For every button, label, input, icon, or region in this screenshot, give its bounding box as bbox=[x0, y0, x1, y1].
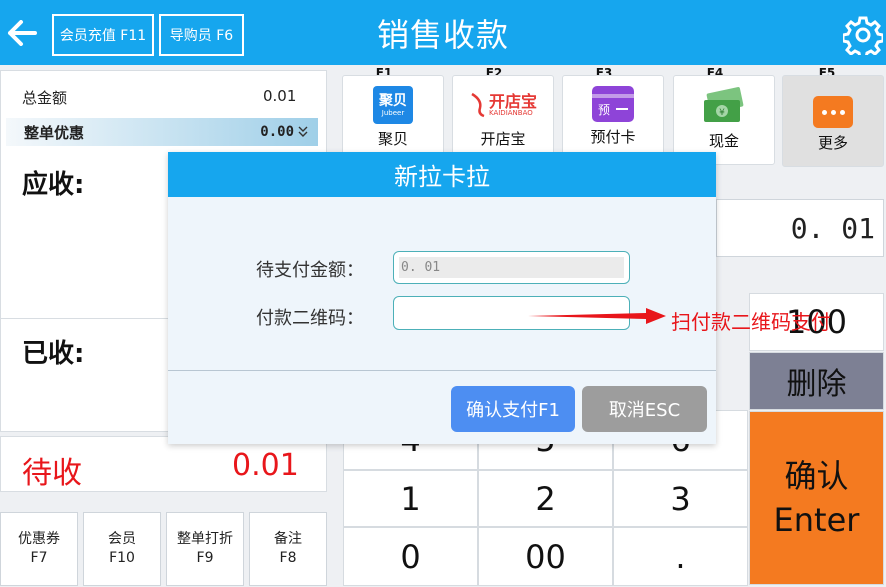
svg-text:¥: ¥ bbox=[719, 108, 725, 118]
amount-display[interactable]: 0. 01 bbox=[716, 199, 884, 257]
coupon-button[interactable]: 优惠券 F7 bbox=[0, 512, 78, 586]
lakala-payment-dialog: 新拉卡拉 待支付金额： 0. 01 付款二维码： 确认支付F1 取消ESC bbox=[168, 152, 716, 444]
prepaid-card-icon: 预 bbox=[592, 86, 634, 122]
payment-jubei-label: 聚贝 bbox=[377, 130, 408, 148]
pending-amount-value: 0. 01 bbox=[399, 257, 624, 278]
qrcode-label: 付款二维码： bbox=[256, 308, 364, 329]
key-dot[interactable]: . bbox=[613, 527, 748, 586]
receivable-label: 应收: bbox=[22, 170, 85, 200]
pending-value: 0.01 bbox=[232, 448, 299, 483]
discount-label: 整单优惠 bbox=[24, 123, 85, 142]
confirm-payment-button[interactable]: 确认支付F1 bbox=[451, 386, 575, 432]
total-amount-label: 总金额 bbox=[22, 89, 68, 107]
cancel-button[interactable]: 取消ESC bbox=[582, 386, 707, 432]
member-button[interactable]: 会员 F10 bbox=[83, 512, 161, 586]
chevron-down-icon bbox=[298, 126, 308, 137]
jubei-icon: 聚贝 Jubeer bbox=[373, 86, 413, 124]
key-00[interactable]: 00 bbox=[478, 527, 613, 586]
payment-more[interactable]: 更多 bbox=[782, 75, 884, 167]
annotation-arrow-icon bbox=[528, 308, 666, 324]
delete-button[interactable]: 删除 bbox=[749, 352, 884, 410]
kaidianbao-icon: 开店宝 KAIDIANBAO bbox=[458, 86, 548, 124]
pending-amount-label: 待支付金额： bbox=[256, 260, 364, 281]
settings-button[interactable] bbox=[840, 10, 886, 60]
pending-label: 待收 bbox=[22, 456, 82, 491]
shopping-guide-button[interactable]: 导购员 F6 bbox=[159, 14, 244, 56]
order-discount-button[interactable]: 整单打折 F9 bbox=[166, 512, 244, 586]
discount-selector[interactable]: 整单优惠 0.00 bbox=[6, 118, 318, 146]
more-icon bbox=[813, 96, 853, 128]
member-recharge-button[interactable]: 会员充值 F11 bbox=[52, 14, 154, 56]
cash-icon: ¥ bbox=[704, 87, 744, 122]
gear-icon bbox=[843, 16, 883, 55]
key-2[interactable]: 2 bbox=[478, 470, 613, 527]
received-label: 已收: bbox=[22, 339, 85, 369]
payment-kaidianbao-label: 开店宝 bbox=[480, 130, 526, 148]
payment-cash-label: 现金 bbox=[708, 132, 739, 150]
discount-value: 0.00 bbox=[260, 124, 294, 140]
dialog-title: 新拉卡拉 bbox=[168, 152, 716, 197]
remark-button[interactable]: 备注 F8 bbox=[249, 512, 327, 586]
dialog-divider bbox=[168, 370, 716, 371]
arrow-left-icon bbox=[8, 20, 37, 46]
pending-amount-field: 0. 01 bbox=[393, 251, 630, 284]
confirm-enter-button[interactable]: 确认 Enter bbox=[749, 411, 884, 585]
key-1[interactable]: 1 bbox=[343, 470, 478, 527]
payment-prepaid-card-label: 预付卡 bbox=[590, 128, 636, 146]
key-0[interactable]: 0 bbox=[343, 527, 478, 586]
annotation-text: 扫付款二维码支付 bbox=[671, 310, 831, 334]
payment-more-label: 更多 bbox=[817, 134, 848, 152]
back-button[interactable] bbox=[0, 6, 44, 60]
key-3[interactable]: 3 bbox=[613, 470, 748, 527]
total-amount-value: 0.01 bbox=[263, 87, 297, 105]
